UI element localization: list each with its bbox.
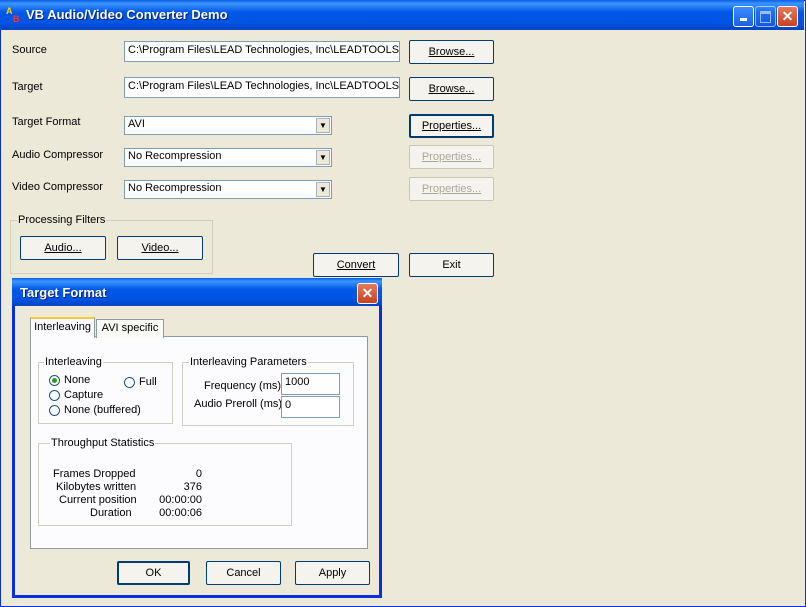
frequency-input[interactable]: 1000 <box>281 373 340 395</box>
source-field[interactable]: C:\Program Files\LEAD Technologies, Inc\… <box>124 41 400 62</box>
radio-capture[interactable] <box>49 390 60 401</box>
current-position-value: 00:00:00 <box>159 494 202 506</box>
interleaving-group-label: Interleaving <box>44 356 103 368</box>
radio-none-buffered[interactable] <box>49 405 60 416</box>
frames-dropped-label: Frames Dropped <box>53 468 136 480</box>
video-compressor-select[interactable]: No Recompression ▼ <box>124 180 332 199</box>
duration-label: Duration <box>90 507 132 519</box>
cancel-button[interactable]: Cancel <box>206 561 281 585</box>
apply-button[interactable]: Apply <box>295 561 370 585</box>
audio-preroll-label: Audio Preroll (ms) <box>194 398 283 410</box>
radio-full[interactable] <box>124 377 135 388</box>
window-title: VB Audio/Video Converter Demo <box>26 7 228 22</box>
radio-none-buffered-label: None (buffered) <box>64 404 141 416</box>
throughput-statistics-label: Throughput Statistics <box>50 437 156 449</box>
audio-filter-button[interactable]: Audio... <box>20 236 106 260</box>
audio-preroll-input[interactable]: 0 <box>281 396 340 418</box>
exit-button[interactable]: Exit <box>409 253 494 277</box>
audio-compressor-label: Audio Compressor <box>12 149 104 161</box>
maximize-icon <box>760 11 771 23</box>
tab-interleaving[interactable]: Interleaving <box>30 317 95 338</box>
radio-capture-label: Capture <box>64 389 104 401</box>
kilobytes-written-value: 376 <box>183 481 202 493</box>
ok-button[interactable]: OK <box>117 561 190 585</box>
chevron-down-icon: ▼ <box>316 150 330 165</box>
source-label: Source <box>12 44 47 56</box>
target-format-label: Target Format <box>12 116 81 128</box>
maximize-button[interactable] <box>755 6 776 27</box>
video-properties-button[interactable]: Properties... <box>409 177 494 201</box>
kilobytes-written-label: Kilobytes written <box>56 481 137 493</box>
interleaving-parameters-label: Interleaving Parameters <box>189 356 308 368</box>
target-browse-button[interactable]: Browse... <box>409 77 494 101</box>
source-browse-button[interactable]: Browse... <box>409 40 494 64</box>
convert-button[interactable]: Convert <box>313 253 399 277</box>
minimize-button[interactable] <box>733 6 754 27</box>
radio-full-label: Full <box>139 376 157 388</box>
target-field[interactable]: C:\Program Files\LEAD Technologies, Inc\… <box>124 77 400 98</box>
audio-compressor-select[interactable]: No Recompression ▼ <box>124 148 332 167</box>
dialog-close-button[interactable]: ✕ <box>357 283 378 304</box>
chevron-down-icon: ▼ <box>316 118 330 133</box>
minimize-icon <box>740 18 747 21</box>
frames-dropped-value: 0 <box>195 468 202 480</box>
tab-avi-specific[interactable]: AVI specific <box>96 319 164 338</box>
video-filter-button[interactable]: Video... <box>117 236 203 260</box>
close-icon: ✕ <box>361 285 374 301</box>
target-label: Target <box>12 81 43 93</box>
processing-filters-label: Processing Filters <box>17 214 107 226</box>
close-button[interactable]: ✕ <box>777 6 798 27</box>
chevron-down-icon: ▼ <box>316 182 330 197</box>
radio-none[interactable] <box>49 375 60 386</box>
audio-properties-button[interactable]: Properties... <box>409 145 494 169</box>
target-format-properties-button[interactable]: Properties... <box>409 114 494 138</box>
target-format-select[interactable]: AVI ▼ <box>124 116 332 135</box>
app-icon: A B <box>6 6 20 24</box>
video-compressor-label: Video Compressor <box>12 181 103 193</box>
duration-value: 00:00:06 <box>159 507 202 519</box>
radio-none-label: None <box>64 374 91 386</box>
current-position-label: Current position <box>59 494 137 506</box>
close-icon: ✕ <box>781 8 794 24</box>
frequency-label: Frequency (ms) <box>204 380 282 392</box>
dialog-title: Target Format <box>20 285 107 300</box>
